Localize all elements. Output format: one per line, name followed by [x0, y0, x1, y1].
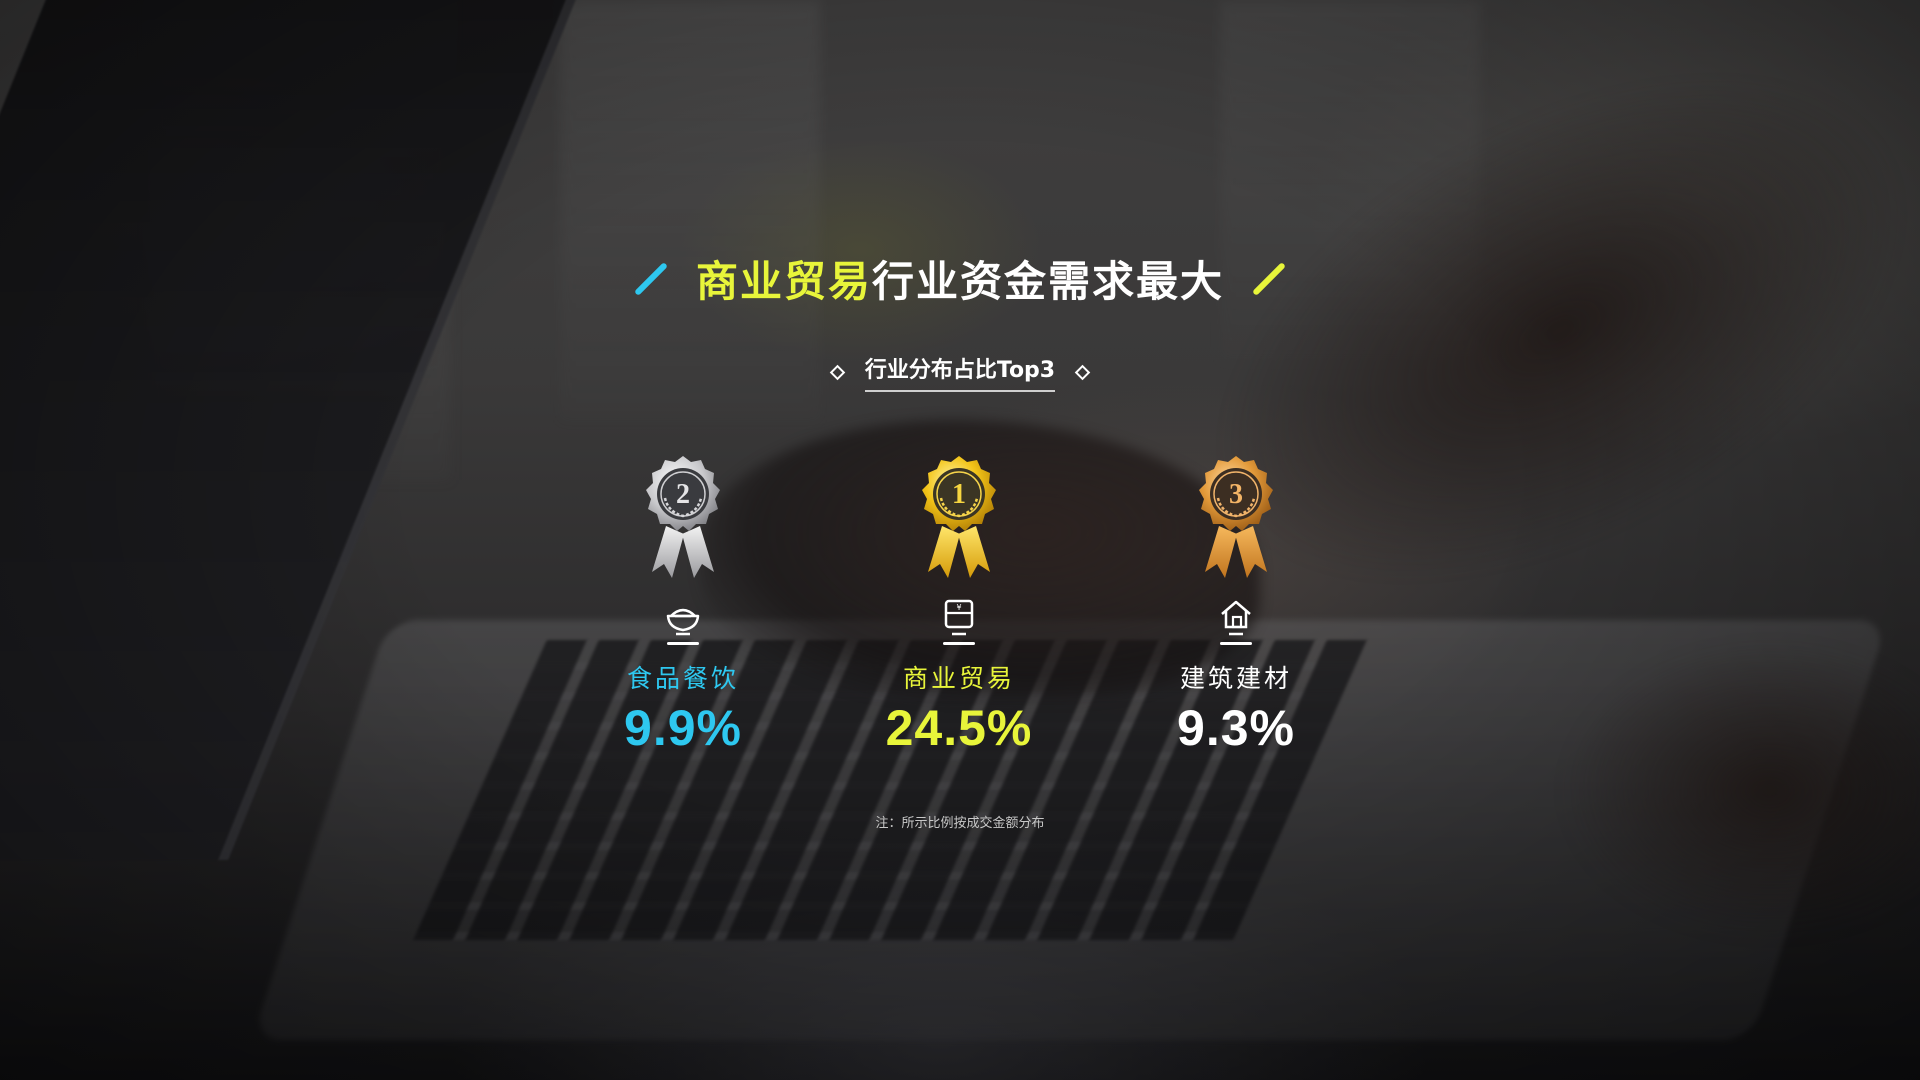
ranking-category: 商业贸易 [902, 664, 1015, 693]
subtitle-row: 行业分布占比Top3 [0, 352, 1920, 392]
house-icon [1221, 600, 1251, 636]
ranking-category: 建筑建材 [1179, 664, 1292, 693]
slash-decoration-right [1252, 261, 1286, 296]
footnote: 注：所示比例按成交金额分布 [875, 816, 1045, 831]
bronze-medal-icon: 3 [1199, 456, 1273, 578]
svg-text:2: 2 [676, 479, 690, 510]
svg-text:¥: ¥ [956, 603, 961, 612]
icon-underline [667, 642, 699, 645]
ranking-value: 9.9% [624, 700, 742, 756]
title-row: 商业贸易行业资金需求最大 [0, 248, 1920, 309]
svg-text:1: 1 [952, 479, 966, 510]
title-rest: 行业资金需求最大 [872, 257, 1225, 306]
ranking-item-second: 2 食品餐饮 9.9% [533, 454, 833, 757]
title-highlight: 商业贸易 [695, 257, 872, 306]
ranking-value: 9.3% [1177, 700, 1295, 756]
slide: 商业贸易行业资金需求最大 行业分布占比Top3 2 食品餐饮 9.9% 1 ¥ … [0, 0, 1920, 1080]
yuan-calendar-icon: ¥ [944, 599, 974, 636]
icon-underline [1220, 642, 1252, 645]
diamond-icon [829, 364, 846, 380]
svg-text:3: 3 [1229, 479, 1243, 510]
ranking-category: 食品餐饮 [626, 664, 739, 693]
slash-decoration-left [634, 261, 668, 296]
rice-bowl-icon [666, 608, 700, 636]
slide-title: 商业贸易行业资金需求最大 [696, 248, 1224, 309]
ranking-item-third: 3 建筑建材 9.3% [1086, 454, 1386, 757]
diamond-icon [1074, 364, 1091, 380]
silver-medal-icon: 2 [646, 456, 720, 578]
icon-underline [943, 642, 975, 645]
gold-medal-icon: 1 [922, 456, 996, 578]
ranking-value: 24.5% [885, 700, 1033, 756]
slide-subtitle: 行业分布占比Top3 [864, 352, 1056, 392]
ranking-item-first: 1 ¥ 商业贸易 24.5% [809, 454, 1109, 757]
